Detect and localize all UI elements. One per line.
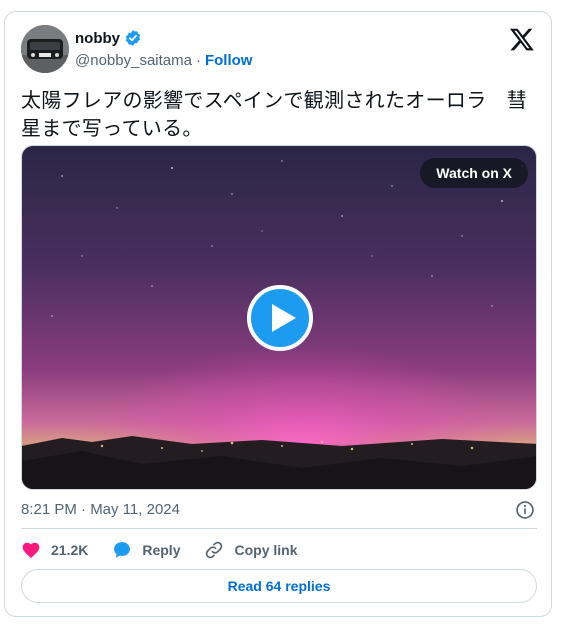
copy-link-label: Copy link xyxy=(234,542,298,558)
follow-button[interactable]: Follow xyxy=(205,52,253,69)
action-bar: 21.2K Reply Copy link xyxy=(21,539,322,561)
reply-label: Reply xyxy=(142,542,181,558)
read-replies-button[interactable]: Read 64 replies xyxy=(21,569,537,603)
reply-bubble-icon xyxy=(114,542,131,558)
tweet-text: 太陽フレアの影響でスペインで観測されたオーロラ 彗 星まで写っている。 xyxy=(21,87,531,143)
watch-on-x-button[interactable]: Watch on X xyxy=(420,158,528,188)
separator-dot: · xyxy=(195,52,201,69)
like-action[interactable]: 21.2K xyxy=(21,540,88,560)
heart-icon xyxy=(22,542,40,558)
tweet-text-line-2: 星まで写っている。 xyxy=(21,118,203,140)
likes-count: 21.2K xyxy=(51,542,89,558)
copy-link-action[interactable]: Copy link xyxy=(204,540,298,560)
play-icon[interactable] xyxy=(247,285,313,351)
x-logo-icon[interactable] xyxy=(509,26,535,52)
avatar[interactable] xyxy=(21,25,69,73)
link-icon xyxy=(206,541,223,559)
tweet-timestamp[interactable]: 8:21 PM · May 11, 2024 xyxy=(21,501,180,518)
info-icon[interactable] xyxy=(515,500,535,520)
author-handle-row: @nobby_saitama · Follow xyxy=(75,52,252,69)
author-display-name[interactable]: nobby xyxy=(75,30,120,47)
tweet-text-line-1: 太陽フレアの影響でスペインで観測されたオーロラ 彗 xyxy=(21,90,528,112)
tweet-embed-card: nobby @nobby_saitama · Follow 太陽フレアの影響でス… xyxy=(4,11,552,617)
video-thumbnail[interactable]: Watch on X xyxy=(21,145,537,490)
reply-action[interactable]: Reply xyxy=(112,540,180,560)
author-handle[interactable]: @nobby_saitama xyxy=(75,52,192,69)
divider xyxy=(21,528,537,529)
verified-badge-icon xyxy=(124,29,142,47)
author-name-row: nobby xyxy=(75,29,142,47)
